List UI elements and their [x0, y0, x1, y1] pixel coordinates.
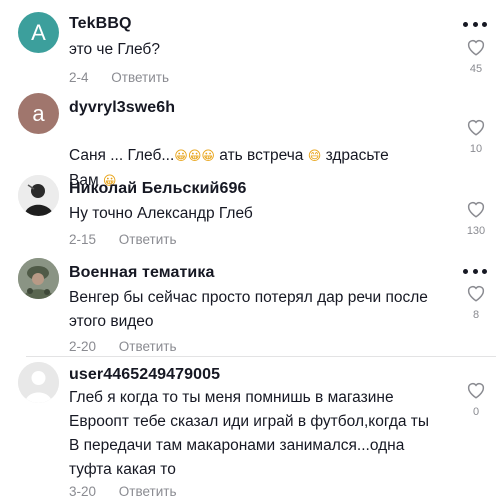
like-count: 10	[469, 143, 483, 155]
comment-username[interactable]: dyvryl3swe6h	[69, 99, 175, 117]
like-button[interactable]: 8	[462, 284, 490, 321]
reply-button[interactable]: Ответить	[119, 484, 177, 499]
avatar-letter: A	[31, 19, 46, 45]
comment-date: 3-20	[69, 484, 97, 499]
laugh-emoji-icon: 😄	[307, 149, 322, 164]
reply-button[interactable]: Ответить	[111, 70, 169, 85]
like-count: 45	[469, 63, 483, 75]
like-button[interactable]: 130	[462, 200, 490, 237]
like-button[interactable]: 45	[462, 38, 490, 75]
like-count: 0	[472, 406, 480, 418]
comment-text: Ну точно Александр Глеб	[69, 205, 253, 222]
avatar[interactable]: A	[18, 12, 59, 53]
comment-text-part: Саня ... Глеб...	[69, 147, 175, 164]
comment-meta: 2-4 Ответить	[69, 70, 169, 85]
avatar[interactable]	[18, 362, 59, 403]
grin-emoji-icon: 😀	[201, 149, 215, 164]
more-options-icon[interactable]	[463, 20, 487, 28]
person-photo-icon	[18, 175, 59, 216]
heart-icon	[467, 120, 485, 136]
heart-icon	[467, 202, 485, 218]
comment-username[interactable]: Николай Бельский696	[69, 180, 246, 198]
avatar[interactable]	[18, 258, 59, 299]
like-button[interactable]: 10	[462, 118, 490, 155]
reply-button[interactable]: Ответить	[119, 232, 177, 247]
more-options-icon[interactable]	[463, 267, 487, 275]
comment-text: Венгер бы сейчас просто потерял дар речи…	[69, 289, 428, 330]
avatar[interactable]: a	[18, 93, 59, 134]
heart-icon	[467, 40, 485, 56]
divider	[26, 356, 496, 357]
comment-date: 2-15	[69, 232, 97, 247]
like-button[interactable]: 0	[462, 381, 490, 418]
comment-meta: 3-20 Ответить	[69, 484, 177, 499]
comment-username[interactable]: TekBBQ	[69, 15, 132, 33]
comment-text: это че Глеб?	[69, 41, 160, 58]
heart-icon	[467, 383, 485, 399]
avatar[interactable]	[18, 175, 59, 216]
like-count: 130	[466, 225, 486, 237]
comment-username[interactable]: Военная тематика	[69, 264, 214, 282]
comment-text-part: ать встреча	[219, 147, 308, 164]
like-count: 8	[472, 309, 480, 321]
avatar-letter: a	[32, 100, 45, 126]
comment-text: Глеб я когда то ты меня помнишь в магази…	[69, 389, 430, 478]
reply-button[interactable]: Ответить	[119, 339, 177, 354]
comment-meta: 2-15 Ответить	[69, 232, 177, 247]
grin-emoji-icon: 😀	[187, 149, 202, 164]
comment-date: 2-4	[69, 70, 89, 85]
comment-username[interactable]: user4465249479005	[69, 366, 220, 384]
military-photo-icon	[18, 258, 59, 299]
heart-icon	[467, 286, 485, 302]
default-user-icon	[18, 362, 59, 403]
grin-emoji-icon: 😀	[174, 149, 188, 164]
comment-meta: 2-20 Ответить	[69, 339, 177, 354]
comment-date: 2-20	[69, 339, 97, 354]
comment-text-part: здрасьте	[321, 147, 389, 164]
